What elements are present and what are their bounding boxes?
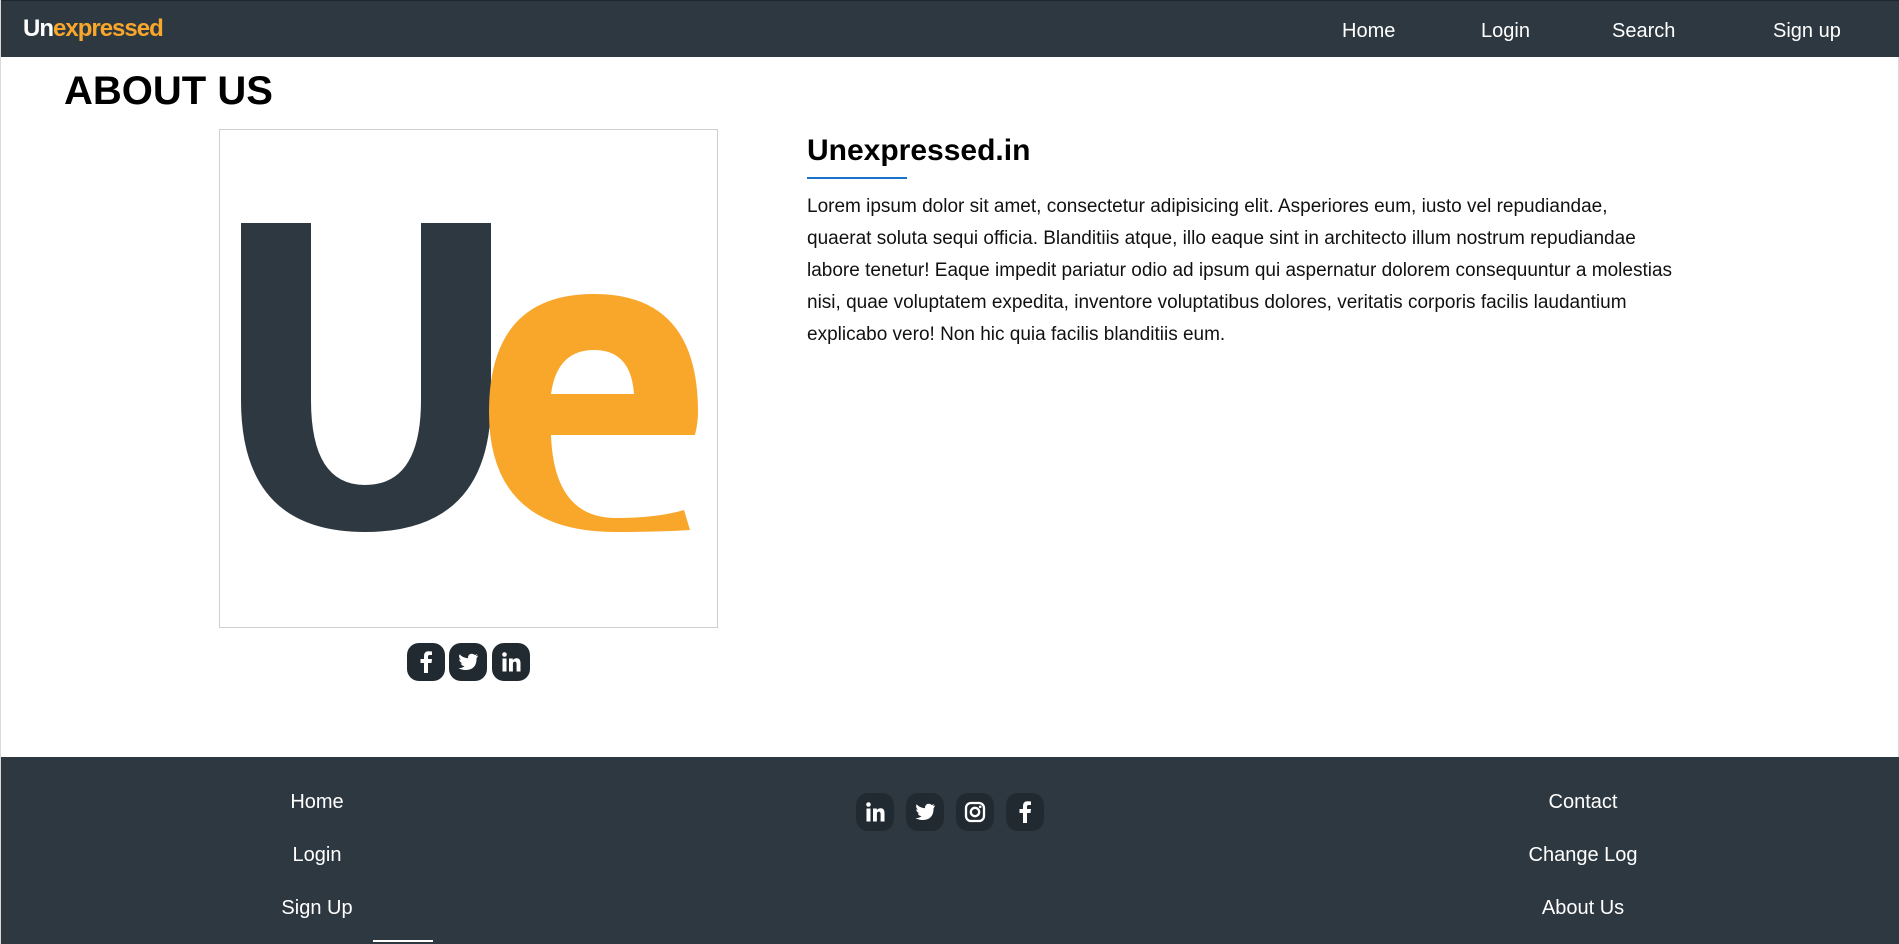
footer-linkedin-icon[interactable] [856, 793, 894, 831]
footer-instagram-icon[interactable] [956, 793, 994, 831]
page-title: ABOUT US [64, 69, 273, 113]
page: Unexpressed Home Login Search Sign up AB… [0, 0, 1899, 944]
footer-contact-link[interactable]: Contact [1549, 790, 1618, 814]
nav-home-link[interactable]: Home [1342, 19, 1395, 43]
top-navbar: Unexpressed Home Login Search Sign up [1, 0, 1899, 57]
about-twitter-icon[interactable] [449, 643, 487, 681]
about-description: Lorem ipsum dolor sit amet, consectetur … [807, 196, 1673, 345]
nav-signup-link[interactable]: Sign up [1773, 19, 1841, 43]
nav-login-link[interactable]: Login [1481, 19, 1530, 43]
footer-aboutus-link[interactable]: About Us [1542, 896, 1624, 920]
footer-facebook-icon[interactable] [1006, 793, 1044, 831]
ue-logo-graphic [241, 223, 698, 532]
footer-login-link[interactable]: Login [293, 843, 342, 867]
heading-underline [807, 177, 907, 179]
about-facebook-icon[interactable] [407, 643, 445, 681]
nav-search-link[interactable]: Search [1612, 19, 1675, 43]
footer-changelog-link[interactable]: Change Log [1529, 843, 1638, 867]
site-name-heading: Unexpressed.in [807, 134, 1031, 167]
brand-part-un: Un [23, 15, 54, 42]
brand-logo[interactable]: Unexpressed [23, 15, 164, 43]
footer-home-link[interactable]: Home [290, 790, 343, 814]
about-logo-image [219, 129, 718, 628]
footer-signup-link[interactable]: Sign Up [281, 896, 352, 920]
about-linkedin-icon[interactable] [492, 643, 530, 681]
footer-bottom-divider [373, 940, 433, 942]
brand-part-expressed: expressed [53, 15, 164, 42]
footer-twitter-icon[interactable] [906, 793, 944, 831]
